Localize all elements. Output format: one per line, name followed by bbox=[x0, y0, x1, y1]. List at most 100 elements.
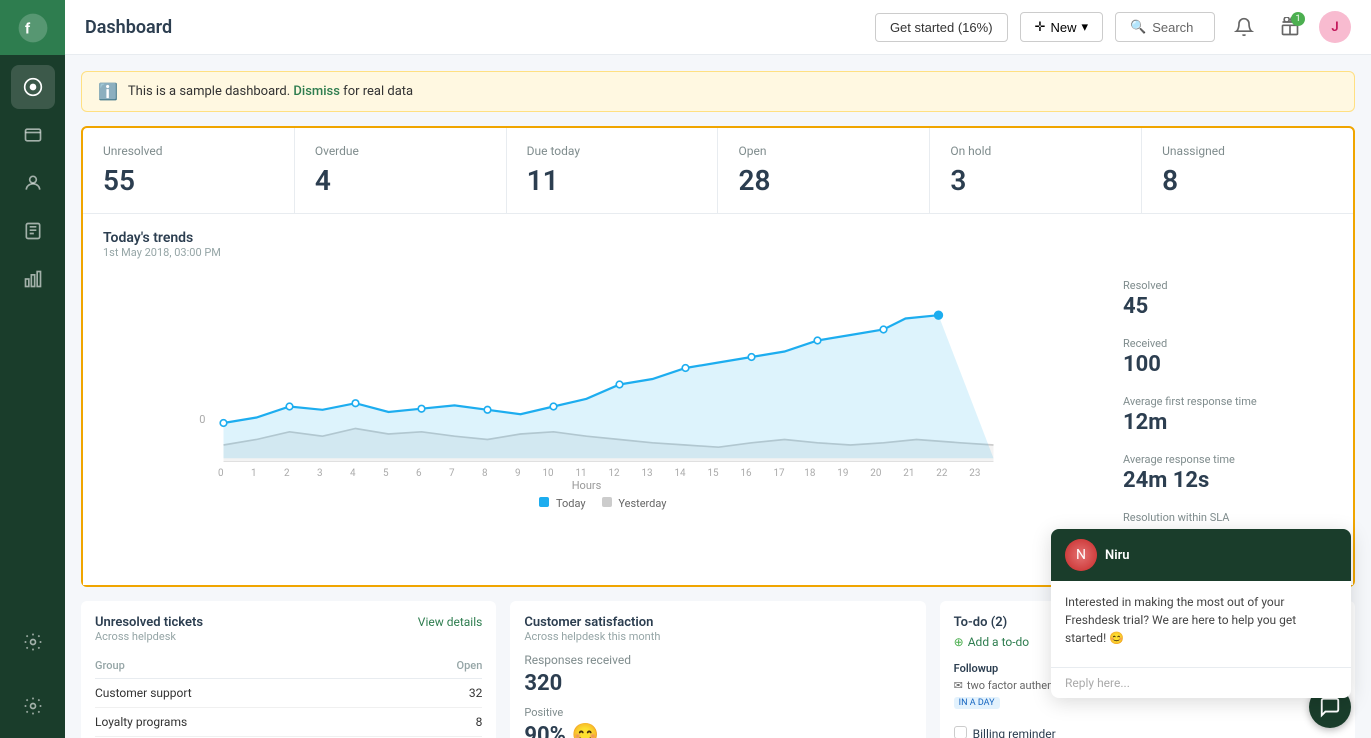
banner-text: This is a sample dashboard. Dismiss for … bbox=[128, 84, 413, 99]
responses-label: Responses received bbox=[524, 653, 911, 667]
sidebar-item-gear[interactable] bbox=[11, 684, 55, 728]
avatar[interactable]: J bbox=[1319, 11, 1351, 43]
sat-metrics: Positive 90% 😊 bbox=[524, 706, 911, 738]
chat-reply-input[interactable]: Reply here... bbox=[1051, 667, 1351, 698]
chart-legend: Today Yesterday bbox=[103, 497, 1103, 510]
chat-agent-avatar: N bbox=[1065, 539, 1097, 571]
stats-row: Unresolved 55 Overdue 4 Due today 11 Ope… bbox=[83, 128, 1353, 214]
table-row: Loyalty programs 8 bbox=[95, 708, 482, 737]
satisfaction-panel-header: Customer satisfaction Across helpdesk th… bbox=[524, 615, 911, 643]
svg-text:14: 14 bbox=[674, 468, 686, 479]
view-details-link[interactable]: View details bbox=[418, 615, 483, 629]
stat-overdue[interactable]: Overdue 4 bbox=[295, 128, 507, 213]
chart-area: 0 bbox=[103, 269, 1103, 569]
svg-text:0: 0 bbox=[218, 468, 224, 479]
info-icon: ℹ️ bbox=[98, 82, 118, 101]
svg-text:10: 10 bbox=[543, 468, 554, 479]
dismiss-button[interactable]: Dismiss bbox=[293, 84, 340, 99]
plus-circle-icon: ⊕ bbox=[954, 635, 964, 649]
stat-value-unresolved: 55 bbox=[103, 164, 274, 197]
chat-overlay: N Niru Interested in making the most out… bbox=[1051, 529, 1351, 698]
stat-unassigned[interactable]: Unassigned 8 bbox=[1142, 128, 1353, 213]
tickets-panel-title-group: Unresolved tickets Across helpdesk bbox=[95, 615, 203, 643]
stat-label-open: Open bbox=[738, 144, 909, 158]
sidebar: f bbox=[0, 0, 65, 738]
chat-agent-name: Niru bbox=[1105, 548, 1130, 563]
trends-body: 0 bbox=[103, 269, 1333, 569]
svg-text:f: f bbox=[25, 20, 31, 37]
stat-open[interactable]: Open 28 bbox=[718, 128, 930, 213]
stat-label-overdue: Overdue bbox=[315, 144, 486, 158]
page-title: Dashboard bbox=[85, 17, 863, 38]
chevron-down-icon: ▾ bbox=[1081, 19, 1088, 35]
header: Dashboard Get started (16%) ✛ New ▾ 🔍 Se… bbox=[65, 0, 1371, 55]
stats-container: Unresolved 55 Overdue 4 Due today 11 Ope… bbox=[81, 126, 1355, 587]
stat-avg-response: Average response time 24m 12s bbox=[1123, 453, 1333, 493]
chat-header: N Niru bbox=[1051, 529, 1351, 581]
positive-label: Positive bbox=[524, 706, 911, 719]
svg-text:16: 16 bbox=[740, 468, 752, 479]
new-button[interactable]: ✛ New ▾ bbox=[1020, 12, 1103, 42]
svg-text:1: 1 bbox=[251, 468, 257, 479]
satisfaction-title-group: Customer satisfaction Across helpdesk th… bbox=[524, 615, 660, 643]
stat-label-unresolved: Unresolved bbox=[103, 144, 274, 158]
tickets-panel-subtitle: Across helpdesk bbox=[95, 630, 203, 643]
satisfaction-responses: Responses received 320 bbox=[524, 653, 911, 696]
svg-text:15: 15 bbox=[707, 468, 719, 479]
satisfaction-subtitle: Across helpdesk this month bbox=[524, 630, 660, 643]
svg-text:8: 8 bbox=[482, 468, 488, 479]
stat-value-on-hold: 3 bbox=[950, 164, 1121, 197]
stat-label-due-today: Due today bbox=[527, 144, 698, 158]
trends-subtitle: 1st May 2018, 03:00 PM bbox=[103, 246, 1333, 259]
table-row: Customer support 32 bbox=[95, 679, 482, 708]
svg-text:13: 13 bbox=[642, 468, 653, 479]
gift-icon-button[interactable]: 1 bbox=[1273, 10, 1307, 44]
svg-text:22: 22 bbox=[936, 468, 948, 479]
svg-text:21: 21 bbox=[903, 468, 914, 479]
tickets-panel: Unresolved tickets Across helpdesk View … bbox=[81, 601, 496, 738]
svg-text:23: 23 bbox=[969, 468, 980, 479]
svg-text:19: 19 bbox=[837, 468, 848, 479]
sidebar-bottom bbox=[11, 674, 55, 738]
trends-title: Today's trends bbox=[103, 230, 1333, 246]
col-open: Open bbox=[410, 653, 483, 679]
legend-yesterday: Yesterday bbox=[602, 497, 667, 510]
sat-positive: Positive 90% 😊 bbox=[524, 706, 911, 738]
svg-text:7: 7 bbox=[449, 468, 455, 479]
sidebar-logo[interactable]: f bbox=[0, 0, 65, 55]
stat-value-due-today: 11 bbox=[527, 164, 698, 197]
notification-bell[interactable] bbox=[1227, 10, 1261, 44]
chat-body: Interested in making the most out of you… bbox=[1051, 581, 1351, 659]
stat-value-unassigned: 8 bbox=[1162, 164, 1333, 197]
stat-resolved: Resolved 45 bbox=[1123, 279, 1333, 319]
get-started-button[interactable]: Get started (16%) bbox=[875, 13, 1008, 42]
sidebar-item-settings[interactable] bbox=[11, 620, 55, 664]
stat-received: Received 100 bbox=[1123, 337, 1333, 377]
stat-due-today[interactable]: Due today 11 bbox=[507, 128, 719, 213]
email-icon: ✉ bbox=[954, 679, 963, 692]
svg-text:17: 17 bbox=[774, 468, 786, 479]
billing-row: Billing reminder bbox=[954, 715, 1341, 738]
stat-avg-first-response: Average first response time 12m bbox=[1123, 395, 1333, 435]
stat-on-hold[interactable]: On hold 3 bbox=[930, 128, 1142, 213]
billing-checkbox[interactable] bbox=[954, 726, 967, 738]
search-button[interactable]: 🔍 Search bbox=[1115, 12, 1215, 42]
sidebar-item-contacts[interactable] bbox=[11, 161, 55, 205]
sidebar-item-home[interactable] bbox=[11, 65, 55, 109]
sidebar-nav bbox=[11, 55, 55, 674]
sample-banner: ℹ️ This is a sample dashboard. Dismiss f… bbox=[81, 71, 1355, 112]
svg-text:5: 5 bbox=[383, 468, 389, 479]
billing-label: Billing reminder bbox=[973, 721, 1056, 738]
svg-text:Hours: Hours bbox=[572, 479, 602, 489]
ticket-group-2: Loyalty programs bbox=[95, 708, 410, 737]
sidebar-item-tickets[interactable] bbox=[11, 113, 55, 157]
positive-value: 90% 😊 bbox=[524, 723, 911, 738]
stat-value-open: 28 bbox=[738, 164, 909, 197]
stat-label-unassigned: Unassigned bbox=[1162, 144, 1333, 158]
stat-unresolved[interactable]: Unresolved 55 bbox=[83, 128, 295, 213]
sidebar-item-reports[interactable] bbox=[11, 257, 55, 301]
svg-text:6: 6 bbox=[416, 468, 422, 479]
sidebar-item-knowledge[interactable] bbox=[11, 209, 55, 253]
svg-text:2: 2 bbox=[284, 468, 290, 479]
legend-today: Today bbox=[539, 497, 585, 510]
